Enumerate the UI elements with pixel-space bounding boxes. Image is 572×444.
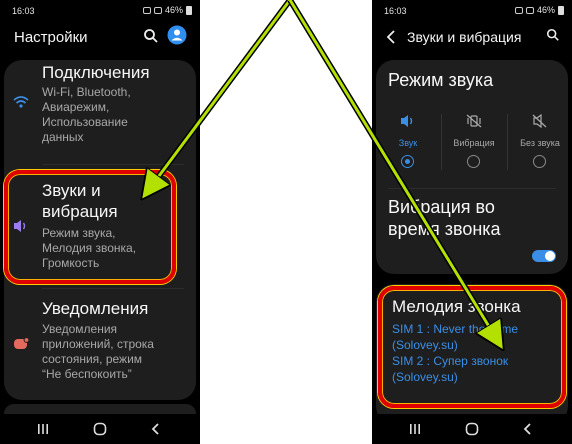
- annotation-arrows: [0, 0, 572, 444]
- arrow-to-sounds: [150, 0, 292, 188]
- arrow-to-ringtone: [288, 0, 496, 338]
